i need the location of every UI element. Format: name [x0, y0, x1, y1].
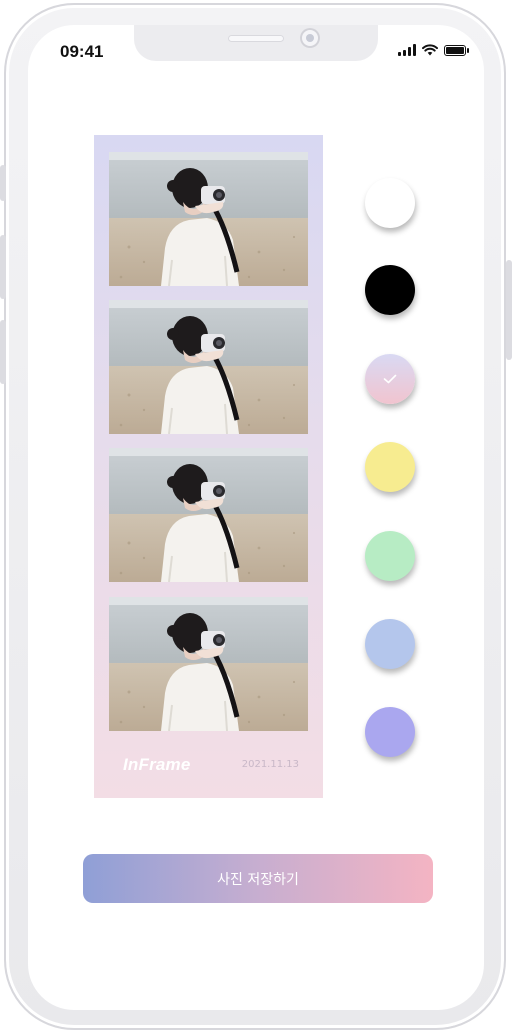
- photo-woman-with-camera-on-beach: [109, 448, 308, 582]
- speaker-grille: [228, 35, 284, 42]
- phone-device: 09:41 InFrame 2021.11.13 사진 저장하기: [0, 0, 512, 1035]
- save-photo-button[interactable]: 사진 저장하기: [83, 854, 433, 903]
- strip-date: 2021.11.13: [241, 759, 299, 770]
- color-swatch-light-blue[interactable]: [365, 619, 415, 669]
- side-button: [506, 260, 512, 360]
- color-swatch-purple[interactable]: [365, 707, 415, 757]
- strip-logo: InFrame: [123, 755, 191, 774]
- app-screen: 09:41 InFrame 2021.11.13 사진 저장하기: [28, 25, 484, 1010]
- photo-woman-with-camera-on-beach: [109, 597, 308, 731]
- color-swatch-black[interactable]: [365, 265, 415, 315]
- photo-woman-with-camera-on-beach: [109, 152, 308, 286]
- strip-photo: [109, 300, 308, 434]
- signal-icon: [398, 44, 416, 56]
- strip-photo: [109, 152, 308, 286]
- color-swatch-mint[interactable]: [365, 531, 415, 581]
- color-swatch-white[interactable]: [365, 178, 415, 228]
- side-button: [0, 235, 6, 299]
- notch: [134, 25, 378, 61]
- strip-photo: [109, 448, 308, 582]
- side-button: [0, 165, 6, 201]
- save-photo-button-label: 사진 저장하기: [217, 871, 299, 888]
- color-swatch-lavender-pink[interactable]: [365, 354, 415, 404]
- status-icons: [398, 44, 469, 56]
- side-button: [0, 320, 6, 384]
- battery-icon: [444, 44, 469, 56]
- front-camera: [300, 28, 320, 48]
- color-swatch-yellow[interactable]: [365, 442, 415, 492]
- check-icon: [365, 354, 415, 404]
- wifi-icon: [422, 44, 438, 56]
- photo-woman-with-camera-on-beach: [109, 300, 308, 434]
- status-time: 09:41: [60, 42, 104, 61]
- photo-strip-preview: InFrame 2021.11.13: [94, 135, 323, 798]
- strip-photo: [109, 597, 308, 731]
